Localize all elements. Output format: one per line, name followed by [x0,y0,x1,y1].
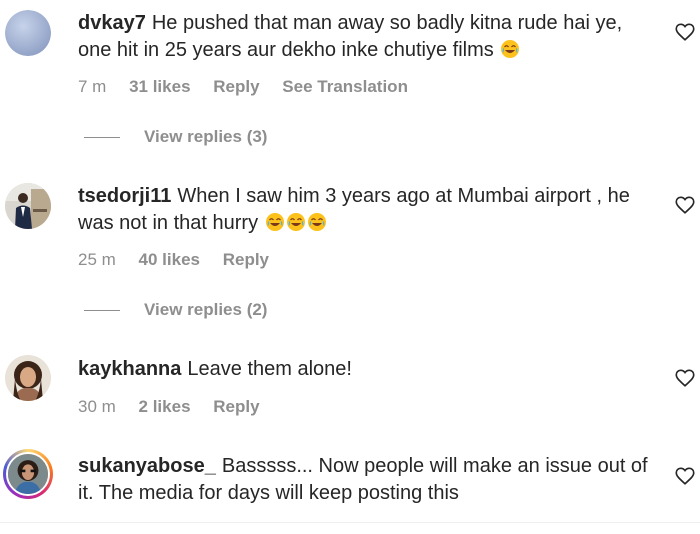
reply-button[interactable]: Reply [223,250,269,269]
comment-meta: 30 m 2 likes Reply [78,397,278,417]
comment-text: dvkay7 He pushed that man away so badly k… [78,10,658,64]
heart-outline-icon[interactable] [674,21,696,43]
replies-divider [84,137,120,139]
reply-button[interactable]: Reply [213,77,259,96]
avatar[interactable] [5,10,51,56]
view-replies-label: View replies (2) [144,300,268,319]
username[interactable]: tsedorji11 [78,185,171,207]
timestamp: 30 m [78,397,116,416]
see-translation-button[interactable]: See Translation [282,77,408,96]
laughing-emoji-icon [286,213,305,231]
timestamp: 25 m [78,250,116,269]
comment-body: Leave them alone! [187,358,352,380]
comment-text: sukanyabose_ Basssss... Now people will m… [78,453,658,507]
avatar-story-ring[interactable] [3,449,53,499]
laughing-emoji-icon [307,213,326,231]
comment-meta: 25 m 40 likes Reply [78,250,287,270]
comment-body: He pushed that man away so badly kitna r… [78,12,623,61]
replies-divider [84,310,120,312]
username[interactable]: kaykhanna [78,358,181,380]
heart-outline-icon[interactable] [674,194,696,216]
divider [0,522,700,523]
laughing-emoji-icon [501,40,520,58]
avatar[interactable] [5,355,51,401]
view-replies-label: View replies (3) [144,127,268,146]
comment-text: kaykhanna Leave them alone! [78,356,658,383]
heart-outline-icon[interactable] [674,367,696,389]
laughing-emoji-icon [265,213,284,231]
likes-count[interactable]: 2 likes [139,397,191,416]
avatar [6,452,50,496]
view-replies-button[interactable]: View replies (2) [84,300,267,320]
likes-count[interactable]: 40 likes [139,250,200,269]
avatar[interactable] [5,183,51,229]
comment-meta: 7 m 31 likes Reply See Translation [78,77,426,97]
likes-count[interactable]: 31 likes [129,77,190,96]
username[interactable]: dvkay7 [78,12,146,34]
timestamp: 7 m [78,77,107,96]
reply-button[interactable]: Reply [213,397,259,416]
username[interactable]: sukanyabose_ [78,455,216,477]
view-replies-button[interactable]: View replies (3) [84,127,267,147]
heart-outline-icon[interactable] [674,465,696,487]
comment-text: tsedorji11 When I saw him 3 years ago at … [78,183,658,237]
